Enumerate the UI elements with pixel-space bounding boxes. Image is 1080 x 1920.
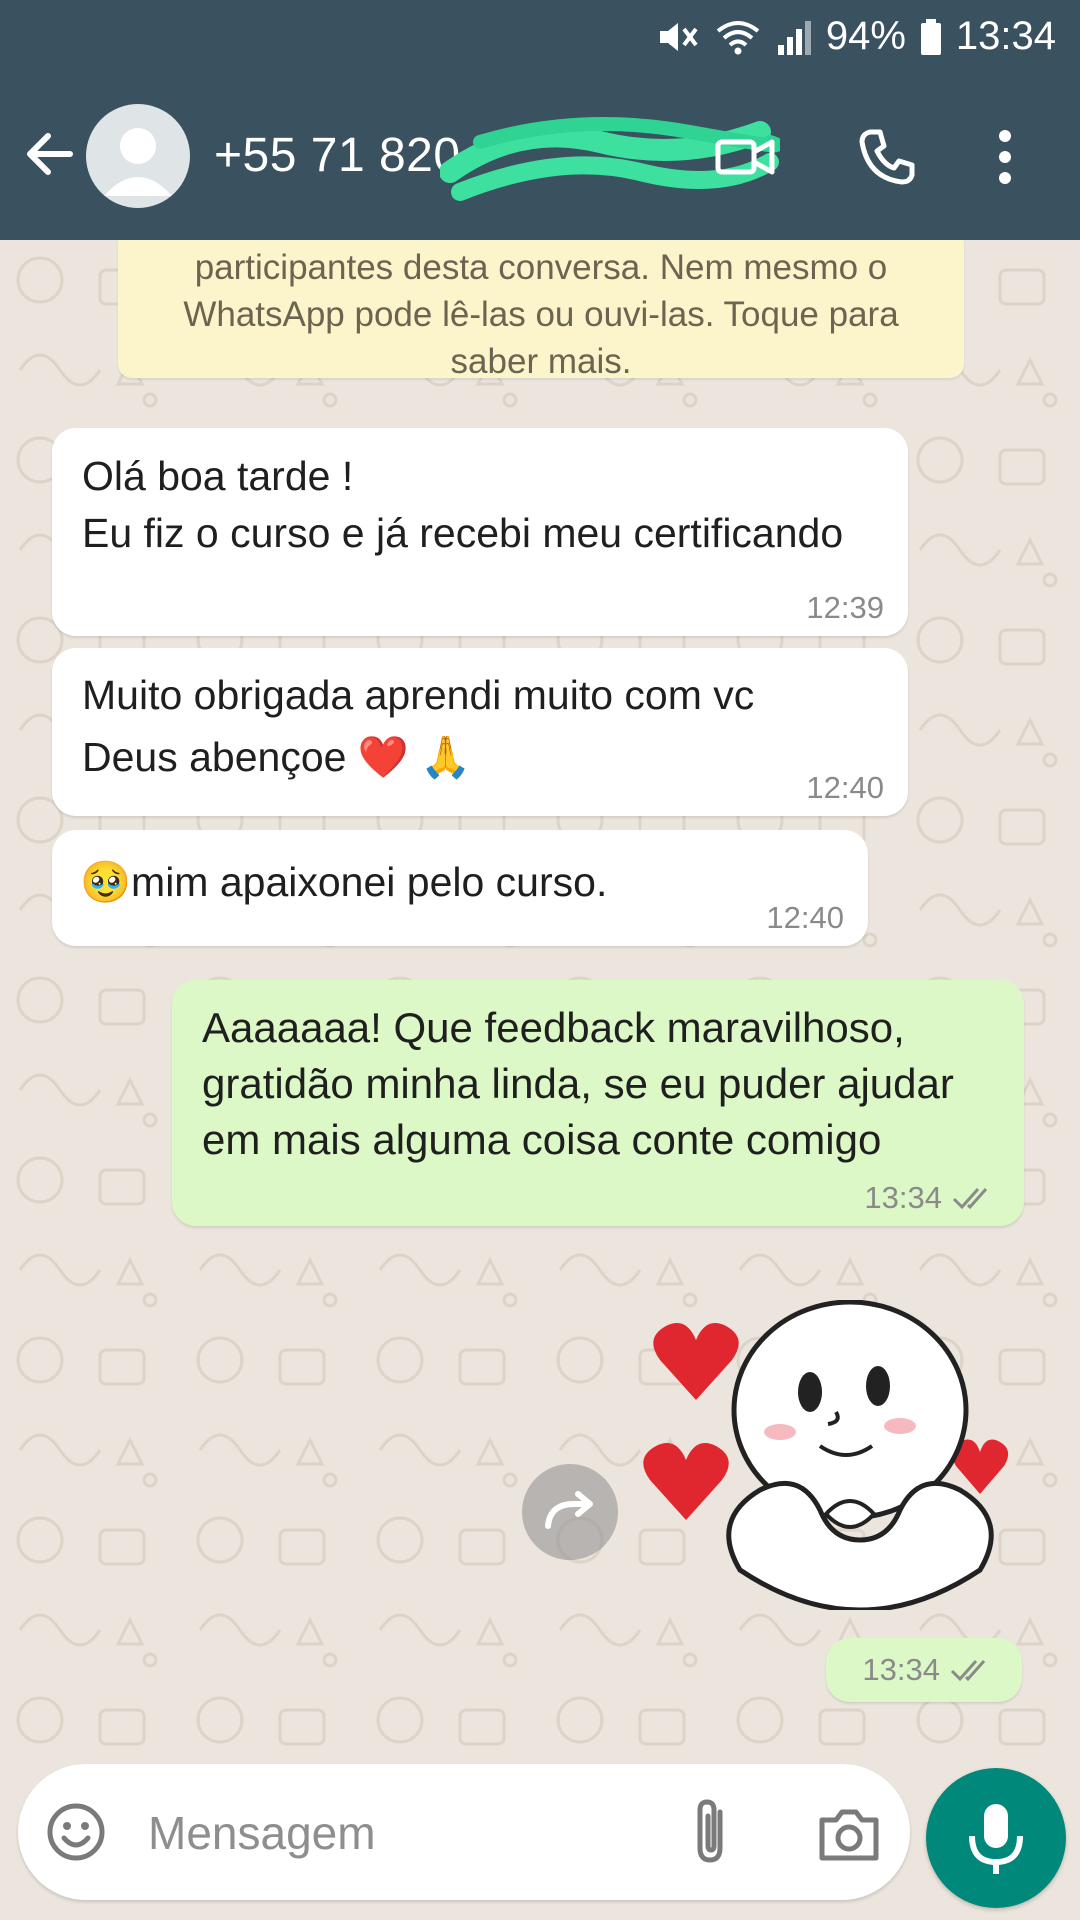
- battery-percent: 94%: [825, 14, 906, 58]
- emoji-icon[interactable]: [46, 1802, 106, 1862]
- wifi-icon: [716, 20, 760, 54]
- clock: 13:34: [955, 14, 1056, 58]
- status-icons: 94% 13:34: [656, 14, 1056, 59]
- video-call-icon[interactable]: [710, 122, 780, 192]
- signal-icon: [777, 20, 811, 55]
- message-bubble-incoming[interactable]: Muito obrigada aprendi muito com vc Deus…: [52, 648, 908, 816]
- message-time: 13:34: [864, 1180, 1000, 1216]
- microphone-icon: [969, 1804, 1023, 1874]
- attach-paperclip-icon[interactable]: [682, 1794, 742, 1870]
- read-receipt-icon: [952, 1188, 988, 1210]
- message-bubble-outgoing[interactable]: Aaaaaaa! Que feedback maravilhoso, grati…: [172, 980, 1024, 1226]
- read-receipt-icon: [950, 1660, 986, 1682]
- message-time: 12:40: [766, 900, 844, 935]
- status-bar: 94% 13:34: [0, 0, 1080, 78]
- sticker-heart-character[interactable]: [640, 1300, 1020, 1610]
- contact-name[interactable]: +55 71 820: [214, 128, 461, 183]
- back-arrow-icon[interactable]: [20, 124, 80, 184]
- chat-header: +55 71 820: [0, 78, 1080, 240]
- message-text: Olá boa tarde ! Eu fiz o curso e já rece…: [82, 453, 844, 556]
- avatar[interactable]: [86, 104, 190, 208]
- message-text: Aaaaaaa! Que feedback maravilhoso, grati…: [202, 1004, 954, 1163]
- mute-icon: [659, 22, 698, 51]
- sticker-time-badge: 13:34: [826, 1638, 1022, 1702]
- message-time: 12:39: [806, 590, 884, 625]
- phone-call-icon[interactable]: [852, 122, 922, 192]
- battery-icon: [920, 18, 941, 55]
- encryption-notice-text: participantes desta conversa. Nem mesmo …: [183, 248, 899, 381]
- more-options-icon[interactable]: [980, 122, 1030, 192]
- forward-icon: [545, 1491, 593, 1529]
- camera-icon[interactable]: [814, 1798, 884, 1868]
- message-time: 13:34: [862, 1652, 998, 1688]
- message-text: 🥹mim apaixonei pelo curso.: [80, 859, 608, 905]
- message-bubble-incoming[interactable]: Olá boa tarde ! Eu fiz o curso e já rece…: [52, 428, 908, 636]
- voice-message-button[interactable]: [926, 1768, 1066, 1908]
- default-avatar-icon: [104, 128, 172, 196]
- encryption-notice[interactable]: participantes desta conversa. Nem mesmo …: [118, 240, 964, 381]
- message-composer: [18, 1764, 910, 1900]
- message-text: Muito obrigada aprendi muito com vc Deus…: [82, 672, 755, 780]
- message-bubble-incoming[interactable]: 🥹mim apaixonei pelo curso. 12:40: [52, 830, 868, 946]
- chat-area[interactable]: participantes desta conversa. Nem mesmo …: [0, 240, 1080, 1770]
- message-input[interactable]: [146, 1802, 670, 1864]
- forward-button[interactable]: [522, 1464, 618, 1560]
- message-time: 12:40: [806, 770, 884, 805]
